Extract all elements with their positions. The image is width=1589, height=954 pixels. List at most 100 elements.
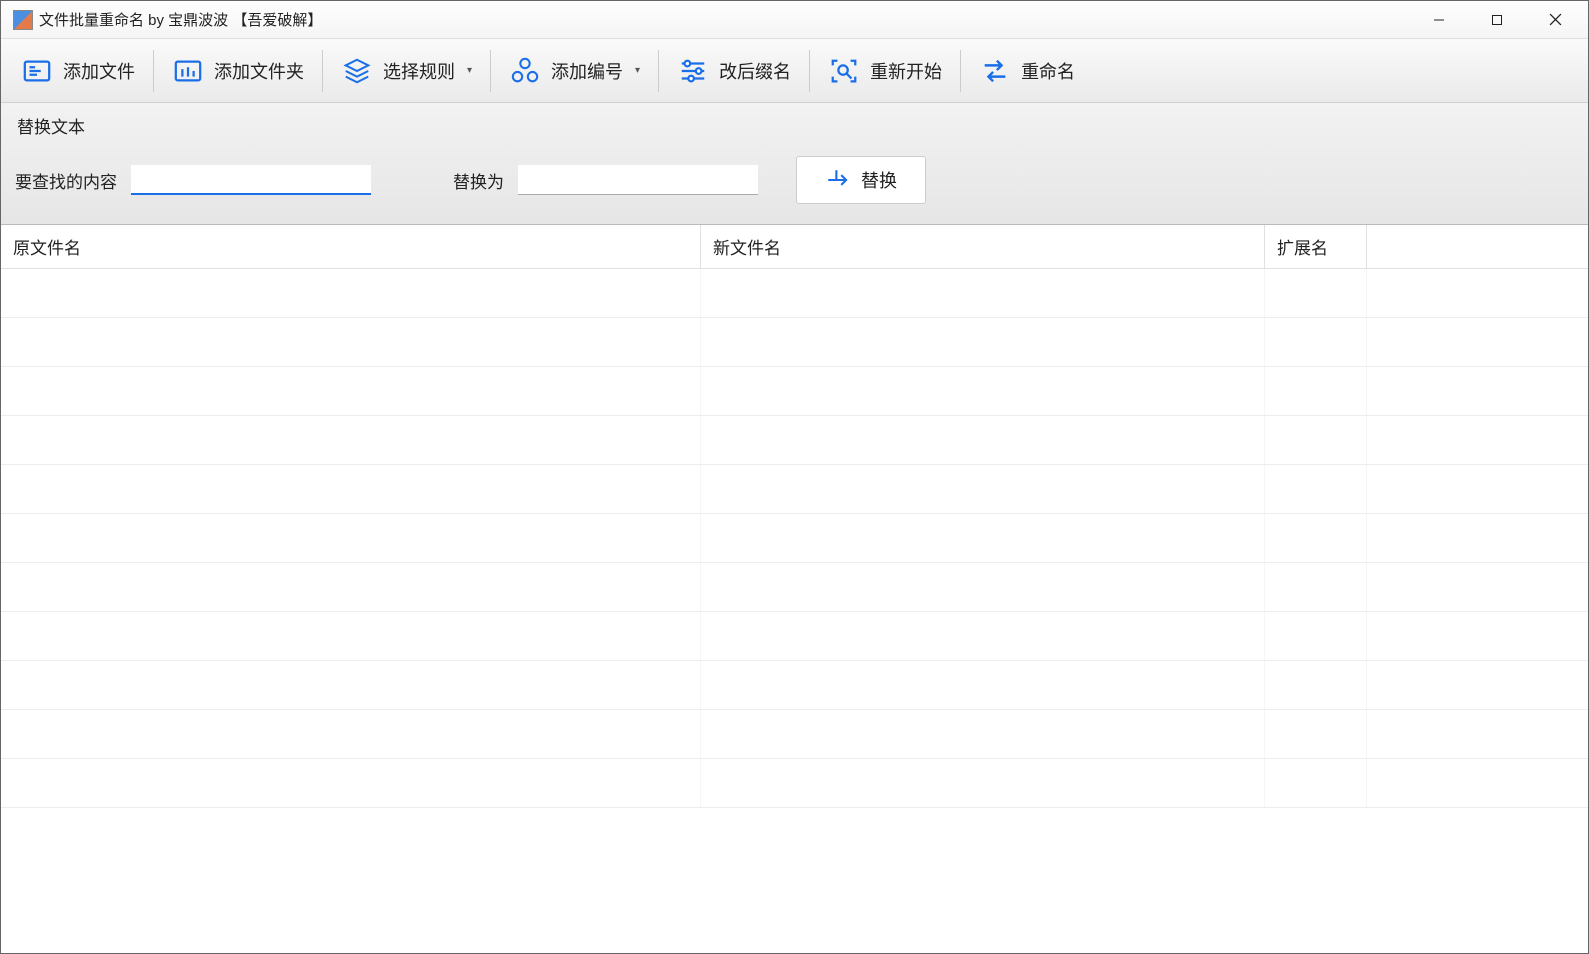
folder-icon xyxy=(172,55,204,87)
change-extension-button[interactable]: 改后缀名 xyxy=(663,47,805,95)
table-cell xyxy=(701,563,1265,611)
table-cell xyxy=(1265,318,1367,366)
table-cell xyxy=(701,661,1265,709)
table-cell xyxy=(701,269,1265,317)
table-row[interactable] xyxy=(1,416,1588,465)
table-cell xyxy=(1265,465,1367,513)
separator xyxy=(322,50,323,92)
table-cell xyxy=(701,759,1265,807)
table-row[interactable] xyxy=(1,465,1588,514)
table-cell xyxy=(1,367,701,415)
table-cell xyxy=(1,710,701,758)
minimize-icon xyxy=(1433,14,1445,26)
close-icon xyxy=(1549,13,1562,26)
table-row[interactable] xyxy=(1,367,1588,416)
add-folder-button[interactable]: 添加文件夹 xyxy=(158,47,318,95)
table-cell xyxy=(1,563,701,611)
table-cell xyxy=(701,612,1265,660)
add-file-button[interactable]: 添加文件 xyxy=(7,47,149,95)
table-cell xyxy=(1,416,701,464)
table-cell xyxy=(701,416,1265,464)
replace-arrow-icon xyxy=(825,167,851,193)
restart-button[interactable]: 重新开始 xyxy=(814,47,956,95)
replace-panel-title: 替换文本 xyxy=(15,113,1574,138)
toolbar: 添加文件 添加文件夹 选择规则 ▾ 添加编号 ▾ xyxy=(1,39,1588,103)
table-cell xyxy=(1265,514,1367,562)
close-button[interactable] xyxy=(1526,2,1584,38)
table-row[interactable] xyxy=(1,514,1588,563)
separator xyxy=(809,50,810,92)
rename-button[interactable]: 重命名 xyxy=(965,47,1089,95)
restart-label: 重新开始 xyxy=(870,58,942,84)
table-cell xyxy=(1265,759,1367,807)
separator xyxy=(960,50,961,92)
table-cell xyxy=(1,514,701,562)
table-cell xyxy=(701,710,1265,758)
table-row[interactable] xyxy=(1,612,1588,661)
table-cell xyxy=(1,269,701,317)
titlebar: 文件批量重命名 by 宝鼎波波 【吾爱破解】 xyxy=(1,1,1588,39)
separator xyxy=(658,50,659,92)
column-original-name[interactable]: 原文件名 xyxy=(1,225,701,268)
table-cell xyxy=(1,612,701,660)
add-folder-label: 添加文件夹 xyxy=(214,58,304,84)
scan-search-icon xyxy=(828,55,860,87)
add-file-label: 添加文件 xyxy=(63,58,135,84)
table-row[interactable] xyxy=(1,318,1588,367)
add-number-label: 添加编号 xyxy=(551,58,623,84)
window-title: 文件批量重命名 by 宝鼎波波 【吾爱破解】 xyxy=(39,9,1410,30)
file-grid[interactable]: 原文件名 新文件名 扩展名 xyxy=(1,225,1588,953)
table-cell xyxy=(1265,416,1367,464)
table-cell xyxy=(701,367,1265,415)
separator xyxy=(490,50,491,92)
table-cell xyxy=(1265,612,1367,660)
table-row[interactable] xyxy=(1,759,1588,808)
table-cell xyxy=(1265,710,1367,758)
table-cell xyxy=(701,318,1265,366)
chevron-down-icon: ▾ xyxy=(635,65,640,76)
replace-button[interactable]: 替换 xyxy=(796,156,926,204)
table-cell xyxy=(1265,367,1367,415)
refresh-icon xyxy=(979,55,1011,87)
table-cell xyxy=(1,661,701,709)
replace-input[interactable] xyxy=(518,165,758,195)
column-extension[interactable]: 扩展名 xyxy=(1265,225,1367,268)
app-icon xyxy=(13,10,33,30)
table-row[interactable] xyxy=(1,563,1588,612)
table-cell xyxy=(1,465,701,513)
app-window: 文件批量重命名 by 宝鼎波波 【吾爱破解】 添加文件 添加文件 xyxy=(0,0,1589,954)
layers-icon xyxy=(341,55,373,87)
grid-body xyxy=(1,269,1588,808)
window-controls xyxy=(1410,2,1584,38)
change-extension-label: 改后缀名 xyxy=(719,58,791,84)
rename-label: 重命名 xyxy=(1021,58,1075,84)
table-row[interactable] xyxy=(1,710,1588,759)
minimize-button[interactable] xyxy=(1410,2,1468,38)
table-cell xyxy=(1265,563,1367,611)
replace-row: 要查找的内容 替换为 替换 xyxy=(15,156,1574,204)
maximize-icon xyxy=(1491,14,1503,26)
find-label: 要查找的内容 xyxy=(15,168,117,193)
table-cell xyxy=(1265,661,1367,709)
select-rule-label: 选择规则 xyxy=(383,58,455,84)
separator xyxy=(153,50,154,92)
table-cell xyxy=(1,759,701,807)
replace-button-label: 替换 xyxy=(861,167,897,193)
file-plus-icon xyxy=(21,55,53,87)
find-input[interactable] xyxy=(131,165,371,195)
table-cell xyxy=(1,318,701,366)
add-number-dropdown[interactable]: 添加编号 ▾ xyxy=(495,47,654,95)
table-row[interactable] xyxy=(1,269,1588,318)
maximize-button[interactable] xyxy=(1468,2,1526,38)
column-new-name[interactable]: 新文件名 xyxy=(701,225,1265,268)
table-row[interactable] xyxy=(1,661,1588,710)
replace-text-panel: 替换文本 要查找的内容 替换为 替换 xyxy=(1,103,1588,225)
grid-header: 原文件名 新文件名 扩展名 xyxy=(1,225,1588,269)
sliders-icon xyxy=(677,55,709,87)
nodes-icon xyxy=(509,55,541,87)
chevron-down-icon: ▾ xyxy=(467,65,472,76)
table-cell xyxy=(1265,269,1367,317)
replace-with-label: 替换为 xyxy=(453,168,504,193)
table-cell xyxy=(701,465,1265,513)
select-rule-dropdown[interactable]: 选择规则 ▾ xyxy=(327,47,486,95)
